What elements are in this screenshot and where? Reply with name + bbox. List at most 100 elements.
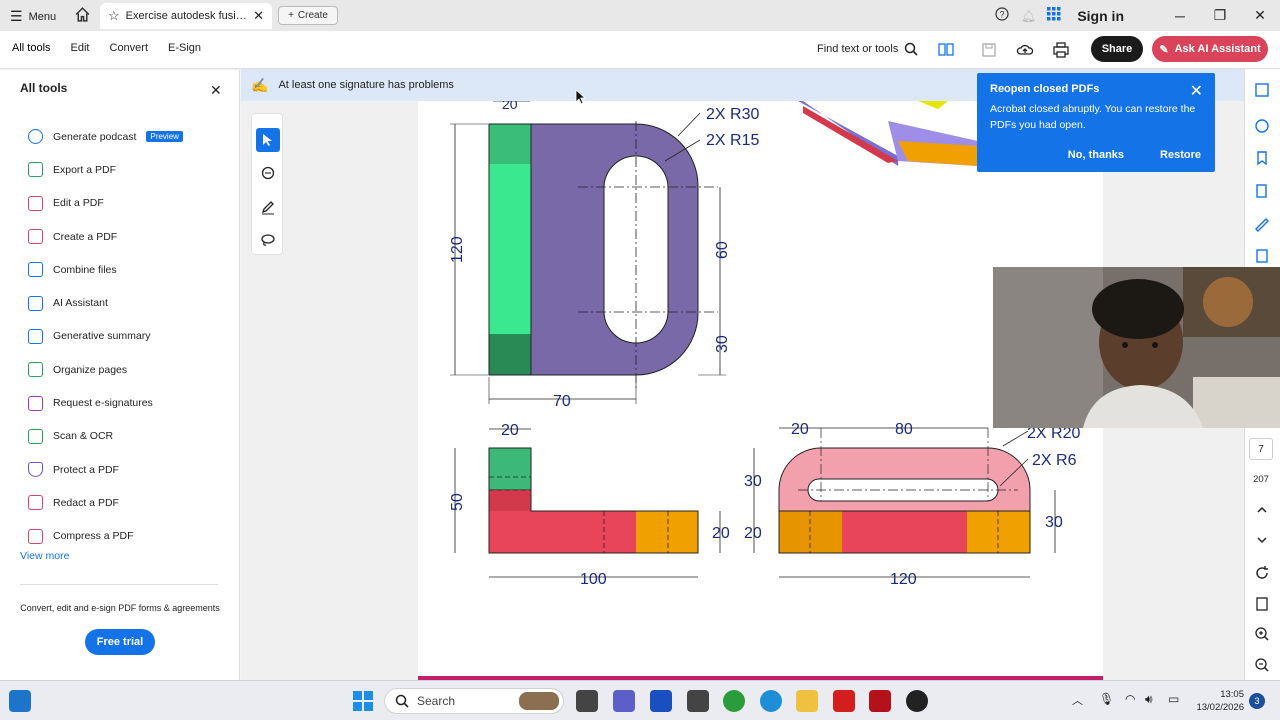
zoom-in-icon[interactable] bbox=[1253, 625, 1271, 643]
volume-icon[interactable]: 🔊︎ bbox=[1145, 692, 1153, 707]
comments-panel-icon[interactable] bbox=[1253, 81, 1271, 99]
clock[interactable]: 13:05 13/02/2026 bbox=[1192, 688, 1244, 714]
dim-top-view-20: 20 bbox=[791, 421, 809, 438]
notification-badge[interactable]: 3 bbox=[1249, 693, 1265, 709]
chrome-icon[interactable] bbox=[723, 690, 745, 712]
start-windows-icon[interactable] bbox=[352, 690, 374, 712]
menu-edit[interactable]: Edit bbox=[71, 42, 90, 54]
print-icon[interactable] bbox=[1052, 41, 1070, 59]
home-button[interactable] bbox=[74, 6, 91, 26]
wifi-icon[interactable]: ◠ bbox=[1125, 692, 1135, 706]
comment-tool[interactable] bbox=[256, 162, 280, 186]
clock-date: 13/02/2026 bbox=[1196, 702, 1244, 713]
acrobat-icon[interactable] bbox=[833, 690, 855, 712]
menu-esign[interactable]: E-Sign bbox=[168, 42, 201, 54]
tool-request-esignatures[interactable]: Request e-signatures bbox=[28, 386, 183, 419]
battery-icon[interactable]: ▭ bbox=[1168, 692, 1179, 706]
tool-generative-summary[interactable]: Generative summary bbox=[28, 320, 183, 353]
edge-icon[interactable] bbox=[760, 690, 782, 712]
find-label: Find text or tools bbox=[817, 43, 899, 55]
zoom-out-icon[interactable] bbox=[1253, 656, 1271, 674]
draw-tool[interactable] bbox=[256, 195, 280, 219]
close-window-icon[interactable]: ✕ bbox=[1240, 7, 1280, 24]
menu-button[interactable]: ☰ Menu bbox=[10, 8, 56, 25]
ai-panel-icon[interactable] bbox=[1253, 117, 1271, 135]
vscode-icon[interactable] bbox=[650, 690, 672, 712]
preview-badge: Preview bbox=[146, 131, 183, 143]
teams-icon[interactable] bbox=[613, 690, 635, 712]
tool-ai-assistant[interactable]: AI Assistant bbox=[28, 286, 183, 319]
windows-taskbar: Search ︿ 🎙︎ ◠ 🔊︎ ▭ 13:05 13/02/2026 3 bbox=[0, 680, 1280, 720]
find-tools-button[interactable]: Find text or tools bbox=[817, 42, 918, 56]
restore-button[interactable]: Restore bbox=[1160, 149, 1201, 161]
page-number-input[interactable]: 7 bbox=[1249, 438, 1273, 460]
fill-sign-icon[interactable] bbox=[1253, 215, 1271, 233]
restore-icon[interactable]: ❐ bbox=[1200, 7, 1240, 24]
chevron-up-icon[interactable] bbox=[1253, 501, 1271, 519]
tool-label: Scan & OCR bbox=[53, 430, 114, 443]
titlebar-right: ? 🔔︎ Sign in ─ ❐ ✕ bbox=[989, 0, 1280, 31]
lasso-tool[interactable] bbox=[256, 228, 280, 252]
taskbar-search[interactable]: Search bbox=[384, 688, 564, 714]
select-tool[interactable] bbox=[256, 128, 280, 152]
tool-label: Request e-signatures bbox=[53, 397, 153, 410]
no-thanks-button[interactable]: No, thanks bbox=[1068, 149, 1124, 161]
tool-export-pdf[interactable]: Export a PDF bbox=[28, 153, 183, 186]
ai-sparkle-icon: ✎ bbox=[1159, 43, 1169, 56]
chevron-down-icon[interactable] bbox=[1253, 531, 1271, 549]
file-explorer-icon[interactable] bbox=[796, 690, 818, 712]
minimize-icon[interactable]: ─ bbox=[1160, 8, 1200, 24]
upload-cloud-icon[interactable] bbox=[1016, 41, 1034, 59]
cube-app-icon[interactable] bbox=[687, 690, 709, 712]
promo-text: Convert, edit and e-sign PDF forms & agr… bbox=[20, 603, 220, 613]
widgets-icon[interactable] bbox=[9, 690, 31, 712]
obs-icon[interactable] bbox=[906, 690, 928, 712]
free-trial-button[interactable]: Free trial bbox=[85, 629, 155, 655]
pages-icon[interactable] bbox=[1253, 182, 1271, 200]
view-more-link[interactable]: View more bbox=[20, 550, 69, 562]
webcam-overlay bbox=[993, 267, 1280, 428]
lasso-icon bbox=[261, 234, 275, 246]
tab-title: Exercise autodesk fusion... bbox=[125, 10, 248, 22]
microphone-icon[interactable]: 🎙︎ bbox=[1099, 692, 1114, 706]
tool-create-pdf[interactable]: Create a PDF bbox=[28, 220, 183, 253]
share-button[interactable]: Share bbox=[1091, 36, 1143, 62]
close-tab-icon[interactable]: ✕ bbox=[253, 8, 264, 24]
help-icon[interactable]: ? bbox=[989, 7, 1015, 24]
close-panel-icon[interactable]: ✕ bbox=[210, 82, 222, 99]
tool-organize-pages[interactable]: Organize pages bbox=[28, 353, 183, 386]
dim-top-view-30: 30 bbox=[744, 473, 762, 490]
tool-label: Protect a PDF bbox=[53, 463, 119, 476]
tool-protect-pdf[interactable]: Protect a PDF bbox=[28, 453, 183, 486]
bell-icon[interactable]: 🔔︎ bbox=[1015, 9, 1041, 23]
dim-top-view-120: 120 bbox=[890, 571, 917, 588]
star-icon[interactable]: ☆ bbox=[108, 8, 120, 24]
page-fit-icon[interactable] bbox=[1253, 595, 1271, 613]
refresh-icon[interactable] bbox=[1253, 564, 1271, 582]
create-tab-button[interactable]: + Create bbox=[278, 6, 338, 25]
tool-combine-files[interactable]: Combine files bbox=[28, 253, 183, 286]
scan-icon bbox=[28, 428, 43, 444]
close-popup-icon[interactable]: ✕ bbox=[1190, 81, 1203, 101]
ask-ai-button[interactable]: ✎ Ask AI Assistant bbox=[1152, 36, 1268, 62]
save-icon[interactable] bbox=[980, 41, 998, 59]
home-icon bbox=[75, 7, 90, 22]
pen-icon bbox=[261, 201, 274, 215]
sign-in-button[interactable]: Sign in bbox=[1077, 8, 1124, 24]
tool-generate-podcast[interactable]: Generate podcast Preview bbox=[28, 120, 183, 153]
apps-grid-icon[interactable] bbox=[1041, 7, 1067, 24]
attachments-icon[interactable] bbox=[1253, 247, 1271, 265]
chevron-up-icon[interactable]: ︿ bbox=[1072, 692, 1083, 708]
podcast-icon bbox=[28, 129, 43, 145]
task-view-icon[interactable] bbox=[576, 690, 598, 712]
menu-convert[interactable]: Convert bbox=[110, 42, 149, 54]
tool-redact-pdf[interactable]: Redact a PDF bbox=[28, 486, 183, 519]
bookmark-icon[interactable] bbox=[1253, 149, 1271, 167]
tool-compress-pdf[interactable]: Compress a PDF bbox=[28, 520, 183, 553]
tool-scan-ocr[interactable]: Scan & OCR bbox=[28, 420, 183, 453]
menu-all-tools[interactable]: All tools bbox=[12, 42, 51, 54]
compare-icon[interactable] bbox=[937, 41, 955, 59]
tab-document[interactable]: ☆ Exercise autodesk fusion... ✕ bbox=[100, 3, 272, 29]
solidworks-icon[interactable] bbox=[869, 690, 891, 712]
tool-edit-pdf[interactable]: Edit a PDF bbox=[28, 187, 183, 220]
